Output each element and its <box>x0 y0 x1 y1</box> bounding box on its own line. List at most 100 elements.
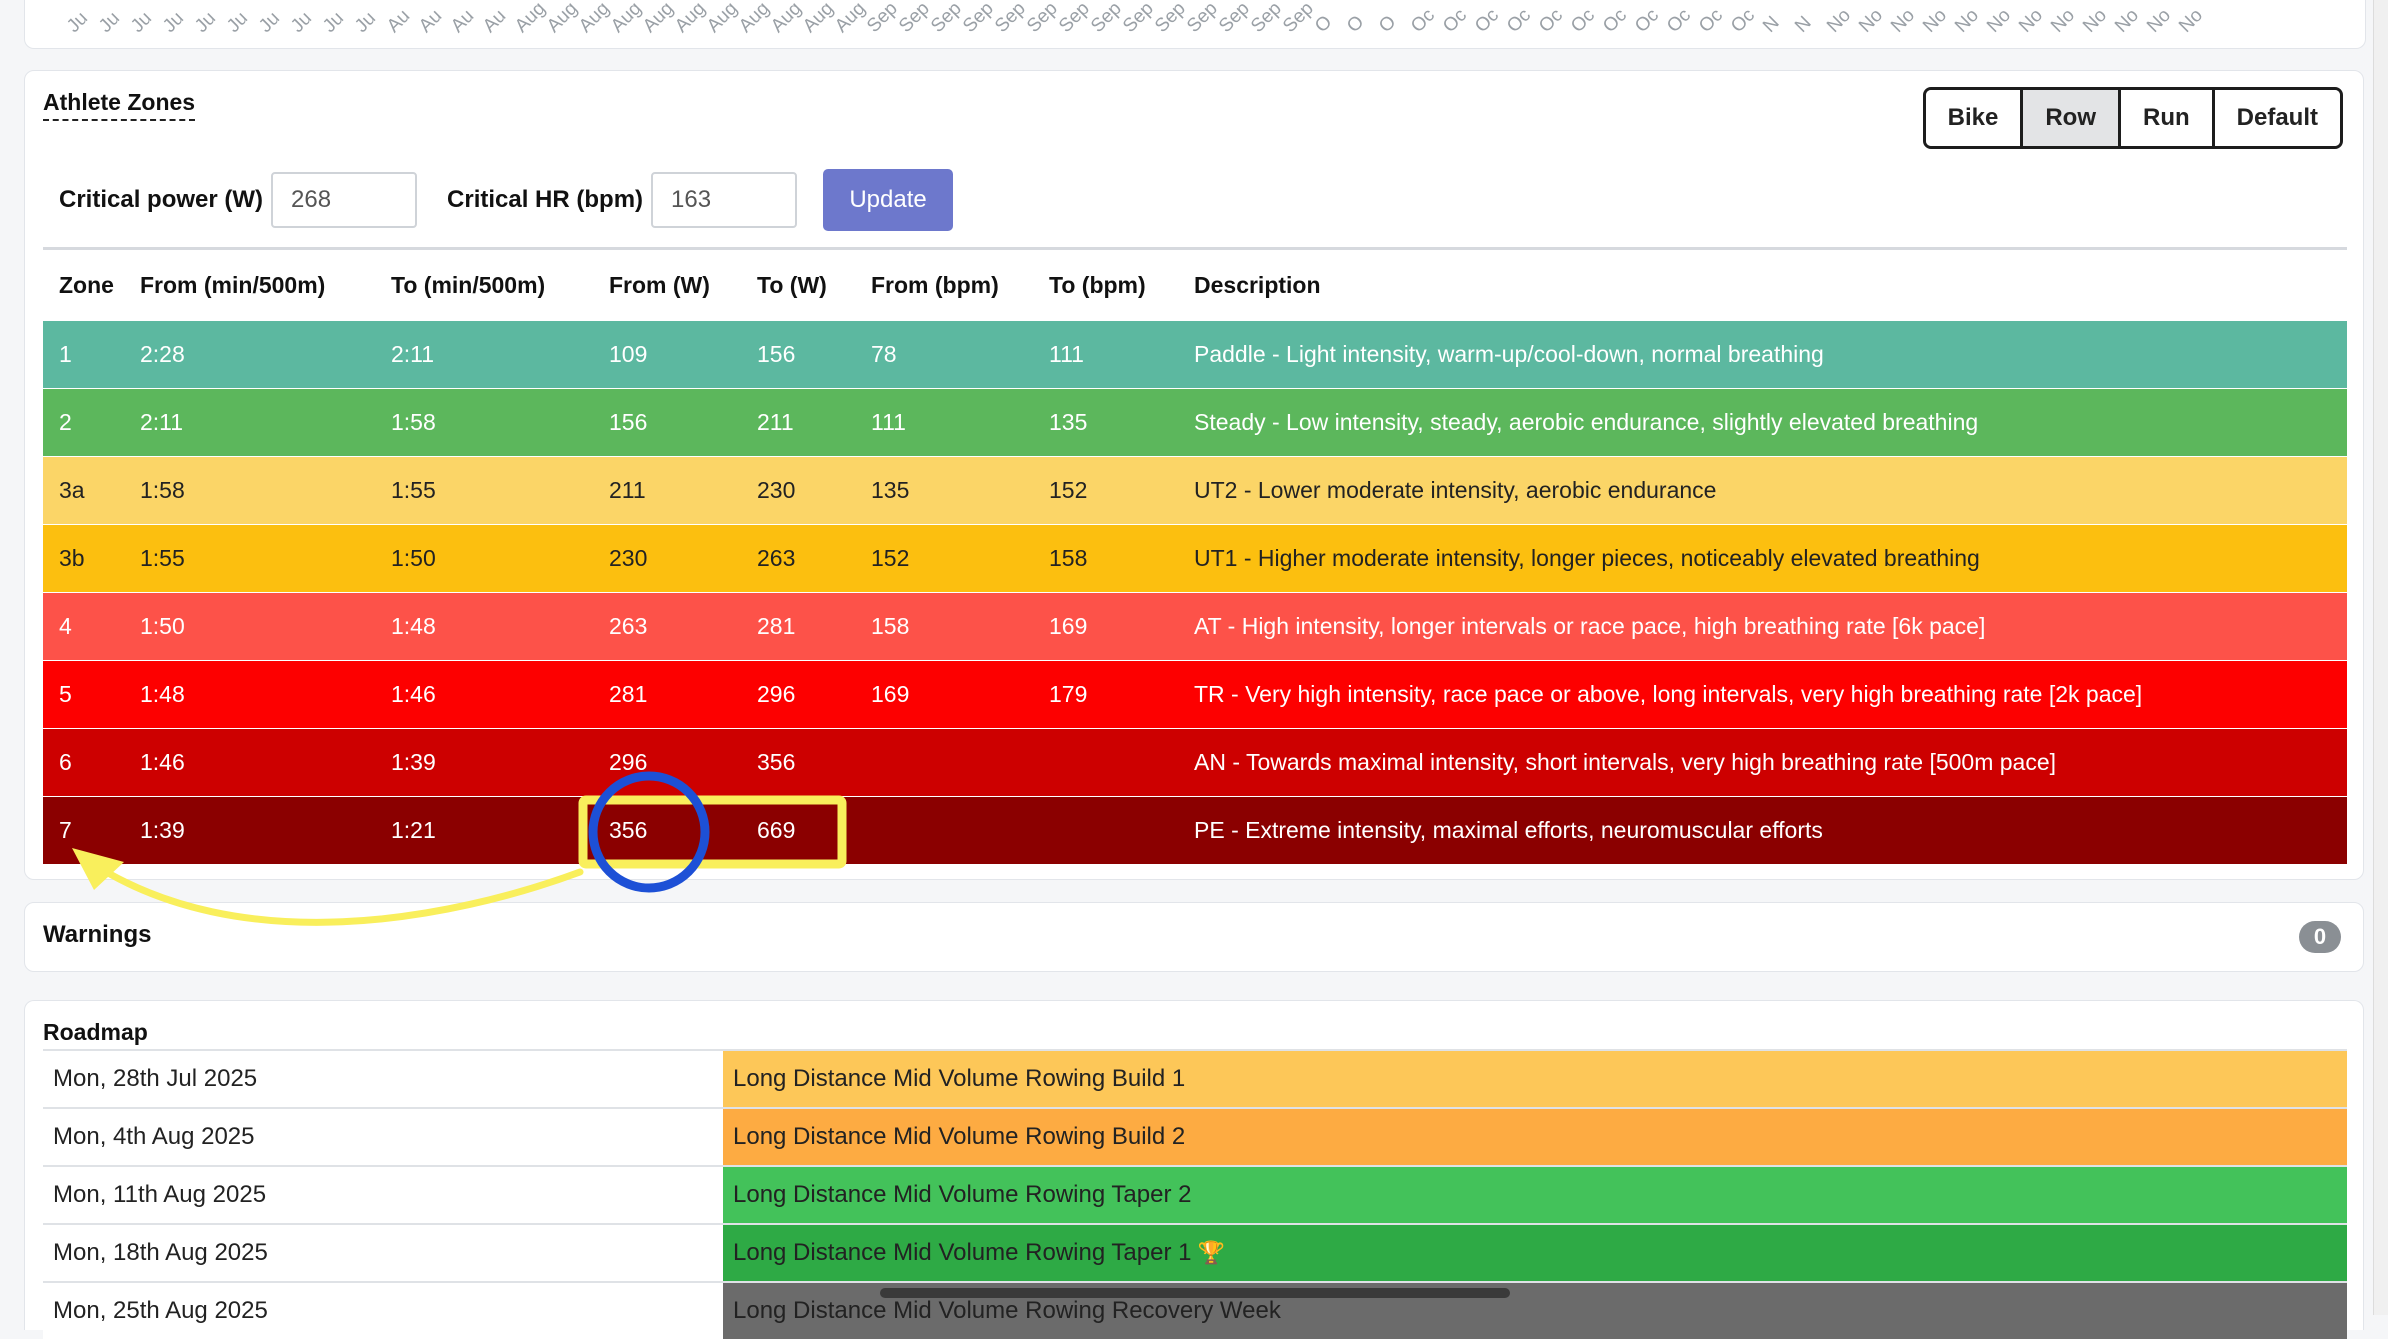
axis-tick-label: Oc <box>1631 4 1664 37</box>
roadmap-title: Roadmap <box>43 1019 148 1045</box>
zone-cell-to-bpm: 158 <box>1049 545 1088 571</box>
roadmap-plan[interactable]: Long Distance Mid Volume Rowing Taper 2 <box>723 1167 2347 1223</box>
zone-row-6: 6 1:46 1:39 296 356 AN - Towards maximal inte… <box>43 728 2347 796</box>
sport-button-default[interactable]: Default <box>2214 90 2340 146</box>
warnings-card[interactable]: Warnings 0 <box>24 902 2364 972</box>
zone-cell-to-bpm: 152 <box>1049 477 1088 503</box>
zone-cell-description: Paddle - Light intensity, warm-up/cool-d… <box>1194 341 1824 367</box>
zone-cell-from-pace: 1:39 <box>140 817 185 843</box>
axis-tick-label: No <box>2015 4 2048 37</box>
zone-cell-to-w: 211 <box>757 409 794 435</box>
zones-header-row: Zone From (min/500m) To (min/500m) From (W)… <box>43 250 2347 320</box>
zone-cell-from-pace: 1:55 <box>140 545 185 571</box>
zone-cell-from-w: 281 <box>609 681 648 707</box>
critical-hr-label: Critical HR (bpm) <box>447 186 644 213</box>
zone-cell-from-w: 356 <box>609 817 648 843</box>
zones-column-header: From (min/500m) <box>140 271 326 298</box>
athlete-zones-title[interactable]: Athlete Zones <box>43 89 196 121</box>
zone-cell-to-pace: 1:58 <box>391 409 436 435</box>
zone-cell-description: PE - Extreme intensity, maximal efforts,… <box>1194 817 1823 843</box>
zone-row-4: 4 1:50 1:48 263 281 158 169 AT - High intensity… <box>43 592 2347 660</box>
axis-tick-label: Oc <box>1535 4 1568 37</box>
update-button[interactable]: Update <box>823 169 954 231</box>
zone-cell-from-pace: 1:50 <box>140 613 185 639</box>
zone-cell-to-w: 281 <box>757 613 796 639</box>
roadmap-plan-label: Long Distance Mid Volume Rowing Recovery… <box>733 1297 1281 1324</box>
zone-row-5: 5 1:48 1:46 281 296 169 179 TR - Very high inte… <box>43 660 2347 728</box>
axis-tick-label: Ju <box>351 7 381 37</box>
zone-row-2: 2 2:11 1:58 156 211 111 135 Steady - Low intens… <box>43 388 2347 456</box>
zone-cell-zone: 4 <box>59 613 72 639</box>
axis-tick-label: Oc <box>1663 4 1696 37</box>
zones-column-header: To (bpm) <box>1049 271 1146 298</box>
axis-tick-label: N <box>1791 12 1816 37</box>
zone-cell-to-bpm: 111 <box>1049 341 1084 367</box>
axis-tick-label: Oc <box>1407 4 1440 37</box>
zone-cell-from-bpm: 135 <box>871 477 910 503</box>
roadmap-date: Mon, 4th Aug 2025 <box>43 1109 723 1165</box>
zone-row-1: 1 2:28 2:11 109 156 78 111 Paddle - Light inten… <box>43 320 2347 388</box>
axis-tick-label: No <box>1855 4 1888 37</box>
axis-tick-label: Oc <box>1727 4 1760 37</box>
zone-cell-description: UT2 - Lower moderate intensity, aerobic … <box>1194 477 1717 503</box>
roadmap-row[interactable]: Mon, 11th Aug 2025 Long Distance Mid Volu… <box>43 1165 2347 1223</box>
zone-cell-from-w: 211 <box>609 477 646 503</box>
axis-tick-label: Ju <box>255 7 285 37</box>
axis-tick-label: Au <box>383 5 415 37</box>
roadmap-plan[interactable]: Long Distance Mid Volume Rowing Taper 1 🏆 <box>723 1225 2347 1281</box>
zone-cell-from-w: 109 <box>609 341 648 367</box>
roadmap-row[interactable]: Mon, 28th Jul 2025 Long Distance Mid Volu… <box>43 1049 2347 1107</box>
sport-button-row[interactable]: Row <box>2023 90 2121 146</box>
zone-cell-description: UT1 - Higher moderate intensity, longer … <box>1194 545 1980 571</box>
axis-tick-label: N <box>1759 12 1784 37</box>
sport-button-run[interactable]: Run <box>2121 90 2215 146</box>
axis-tick-label: Ju <box>223 7 253 37</box>
axis-tick-label: Ju <box>287 7 317 37</box>
axis-tick-label: Oc <box>1695 4 1728 37</box>
zones-column-header: From (W) <box>609 271 710 298</box>
critical-hr-input[interactable]: 163 <box>651 172 798 228</box>
critical-power-input[interactable]: 268 <box>271 172 418 228</box>
axis-tick-label: Ju <box>63 7 93 37</box>
zone-cell-from-bpm: 78 <box>871 341 897 367</box>
trophy-icon: 🏆 <box>1197 1240 1225 1265</box>
zone-row-3a: 3a 1:58 1:55 211 230 135 152 UT2 - Lower modera… <box>43 456 2347 524</box>
roadmap-date: Mon, 25th Aug 2025 <box>43 1283 723 1339</box>
zone-cell-from-w: 156 <box>609 409 648 435</box>
zone-cell-zone: 5 <box>59 681 72 707</box>
zone-cell-zone: 3b <box>59 545 85 571</box>
axis-tick-label: No <box>2047 4 2080 37</box>
zone-cell-to-pace: 1:55 <box>391 477 436 503</box>
zone-cell-to-bpm: 169 <box>1049 613 1088 639</box>
axis-tick-label: Ju <box>319 7 349 37</box>
axis-tick-label: No <box>1983 4 2016 37</box>
zone-cell-from-w: 296 <box>609 749 648 775</box>
axis-tick-label: O <box>1343 11 1369 37</box>
zone-cell-from-bpm: 158 <box>871 613 910 639</box>
roadmap-card: Roadmap Mon, 28th Jul 2025 Long Distance … <box>24 1000 2364 1339</box>
vertical-scrollbar[interactable] <box>2373 0 2388 1315</box>
zone-cell-to-pace: 1:46 <box>391 681 436 707</box>
zone-cell-to-bpm: 135 <box>1049 409 1088 435</box>
zone-cell-to-pace: 1:48 <box>391 613 436 639</box>
sport-button-bike[interactable]: Bike <box>1925 90 2024 146</box>
zone-row-7: 7 1:39 1:21 356 669 PE - Extreme intensity, m… <box>43 796 2347 864</box>
zone-cell-description: AN - Towards maximal intensity, short in… <box>1194 749 2057 775</box>
athlete-zones-card: Athlete Zones Bike Row Run Default Critical… <box>24 70 2364 880</box>
zones-column-header: To (W) <box>757 271 827 298</box>
zone-cell-to-pace: 1:39 <box>391 749 436 775</box>
horizontal-scrollbar[interactable] <box>880 1288 1510 1298</box>
zone-cell-zone: 3a <box>59 477 85 503</box>
roadmap-plan[interactable]: Long Distance Mid Volume Rowing Build 1 <box>723 1051 2347 1107</box>
roadmap-row[interactable]: Mon, 18th Aug 2025 Long Distance Mid Volu… <box>43 1223 2347 1281</box>
roadmap-row[interactable]: Mon, 4th Aug 2025 Long Distance Mid Volum… <box>43 1107 2347 1165</box>
axis-tick-label: No <box>2079 4 2112 37</box>
roadmap-plan[interactable]: Long Distance Mid Volume Rowing Build 2 <box>723 1109 2347 1165</box>
roadmap-plan-label: Long Distance Mid Volume Rowing Taper 1 <box>733 1239 1192 1266</box>
critical-power-label: Critical power (W) <box>59 186 264 213</box>
critical-values-row: Critical power (W) 268 Critical HR (bpm)… <box>59 169 954 231</box>
zone-cell-zone: 6 <box>59 749 72 775</box>
axis-tick-label: No <box>2143 4 2176 37</box>
zones-column-header: From (bpm) <box>871 271 999 298</box>
zone-cell-zone: 7 <box>59 817 72 843</box>
